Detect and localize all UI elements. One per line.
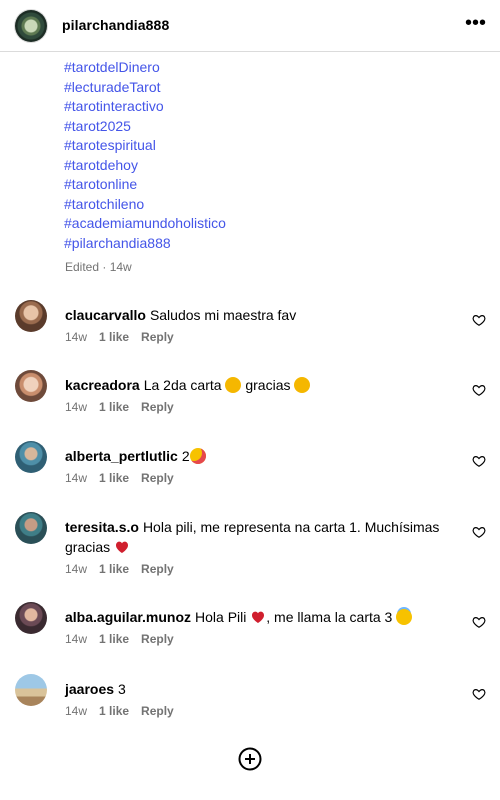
avatar[interactable] — [15, 441, 47, 473]
comment-text: 3 — [118, 681, 126, 697]
heart-icon[interactable] — [472, 525, 486, 539]
reply-button[interactable]: Reply — [141, 704, 174, 718]
reply-button[interactable]: Reply — [141, 400, 174, 414]
comment-time[interactable]: 14w — [65, 400, 87, 414]
edited-timestamp: Edited · 14w — [65, 260, 132, 274]
comment-item: kacreadora La 2da carta gracias 14w 1 like… — [0, 370, 500, 440]
comment-text-line: jaaroes 3 — [65, 679, 460, 699]
more-options-icon[interactable]: ••• — [465, 13, 486, 33]
comment-item: alba.aguilar.munoz Hola Pili , me llama l… — [0, 602, 500, 672]
comment-meta: 14w 1 like Reply — [65, 471, 186, 485]
comment-item: teresita.s.o Hola pili, me representa na … — [0, 512, 500, 582]
hashtag-link[interactable]: #tarotdehoy — [64, 156, 226, 176]
reply-button[interactable]: Reply — [141, 562, 174, 576]
reply-button[interactable]: Reply — [141, 471, 174, 485]
hashtag-link[interactable]: #tarot2025 — [64, 117, 226, 137]
comment-meta: 14w 1 like Reply — [65, 400, 186, 414]
hashtag-link[interactable]: #tarotdelDinero — [64, 58, 226, 78]
comment-time[interactable]: 14w — [65, 632, 87, 646]
caption-hashtags: #tarotdelDinero #lecturadeTarot #tarotin… — [64, 58, 226, 253]
comment-meta: 14w 1 like Reply — [65, 562, 186, 576]
comment-item: claucarvallo Saludos mi maestra fav 14w 1 … — [0, 300, 500, 370]
smiling-face-with-halo-emoji-icon — [396, 609, 413, 625]
comment-text-line: teresita.s.o Hola pili, me representa na … — [65, 517, 460, 557]
raising-hands-emoji-icon — [225, 377, 242, 393]
heart-icon[interactable] — [472, 454, 486, 468]
heart-icon[interactable] — [472, 615, 486, 629]
comment-likes[interactable]: 1 like — [99, 400, 129, 414]
red-heart-emoji-icon — [252, 611, 265, 623]
comment-likes[interactable]: 1 like — [99, 330, 129, 344]
comment-text: 2 — [181, 448, 190, 464]
comment-meta: 14w 1 like Reply — [65, 632, 186, 646]
header-username[interactable]: pilarchandia888 — [62, 17, 169, 33]
comment-meta: 14w 1 like Reply — [65, 704, 186, 718]
hashtag-link[interactable]: #pilarchandia888 — [64, 234, 226, 254]
avatar[interactable] — [15, 674, 47, 706]
comment-text: La 2da carta — [143, 377, 222, 393]
comment-text: Saludos mi maestra fav — [149, 307, 297, 323]
comment-username[interactable]: alba.aguilar.munoz — [65, 609, 191, 625]
hashtag-link[interactable]: #academiamundoholistico — [64, 214, 226, 234]
comment-username[interactable]: jaaroes — [65, 681, 114, 697]
raising-hands-emoji-icon — [294, 377, 311, 393]
comment-item: alberta_pertlutlic 2 14w 1 like Reply — [0, 441, 500, 511]
comment-time[interactable]: 14w — [65, 330, 87, 344]
comment-text: Hola Pili — [195, 609, 247, 625]
comment-time[interactable]: 14w — [65, 471, 87, 485]
hashtag-link[interactable]: #tarotinteractivo — [64, 97, 226, 117]
post-header: pilarchandia888 ••• — [0, 0, 500, 52]
heart-icon[interactable] — [472, 687, 486, 701]
hashtag-link[interactable]: #tarotchileno — [64, 195, 226, 215]
reply-button[interactable]: Reply — [141, 330, 174, 344]
comment-text-line: claucarvallo Saludos mi maestra fav — [65, 305, 460, 325]
comment-meta: 14w 1 like Reply — [65, 330, 186, 344]
comment-username[interactable]: claucarvallo — [65, 307, 146, 323]
face-blowing-kiss-emoji-icon — [189, 448, 206, 464]
avatar[interactable] — [15, 300, 47, 332]
comment-time[interactable]: 14w — [65, 562, 87, 576]
avatar[interactable] — [15, 370, 47, 402]
hashtag-link[interactable]: #tarotonline — [64, 175, 226, 195]
comment-text-line: kacreadora La 2da carta gracias — [65, 375, 460, 395]
comment-likes[interactable]: 1 like — [99, 562, 129, 576]
comment-text-line: alberta_pertlutlic 2 — [65, 446, 460, 466]
hashtag-link[interactable]: #lecturadeTarot — [64, 78, 226, 98]
comment-username[interactable]: teresita.s.o — [65, 519, 139, 535]
comment-text: gracias — [245, 377, 291, 393]
avatar[interactable] — [15, 10, 47, 42]
comment-username[interactable]: kacreadora — [65, 377, 140, 393]
comment-likes[interactable]: 1 like — [99, 632, 129, 646]
comment-text: , me llama la carta 3 — [266, 609, 393, 625]
comment-username[interactable]: alberta_pertlutlic — [65, 448, 178, 464]
avatar[interactable] — [15, 602, 47, 634]
red-heart-emoji-icon — [116, 541, 129, 553]
comment-likes[interactable]: 1 like — [99, 704, 129, 718]
comment-text-line: alba.aguilar.munoz Hola Pili , me llama l… — [65, 607, 460, 627]
load-more-comments-plus-circle-icon[interactable] — [238, 747, 262, 771]
avatar[interactable] — [15, 512, 47, 544]
comment-time[interactable]: 14w — [65, 704, 87, 718]
comment-likes[interactable]: 1 like — [99, 471, 129, 485]
heart-icon[interactable] — [472, 313, 486, 327]
reply-button[interactable]: Reply — [141, 632, 174, 646]
comment-item: jaaroes 3 14w 1 like Reply — [0, 674, 500, 744]
heart-icon[interactable] — [472, 383, 486, 397]
hashtag-link[interactable]: #tarotespiritual — [64, 136, 226, 156]
